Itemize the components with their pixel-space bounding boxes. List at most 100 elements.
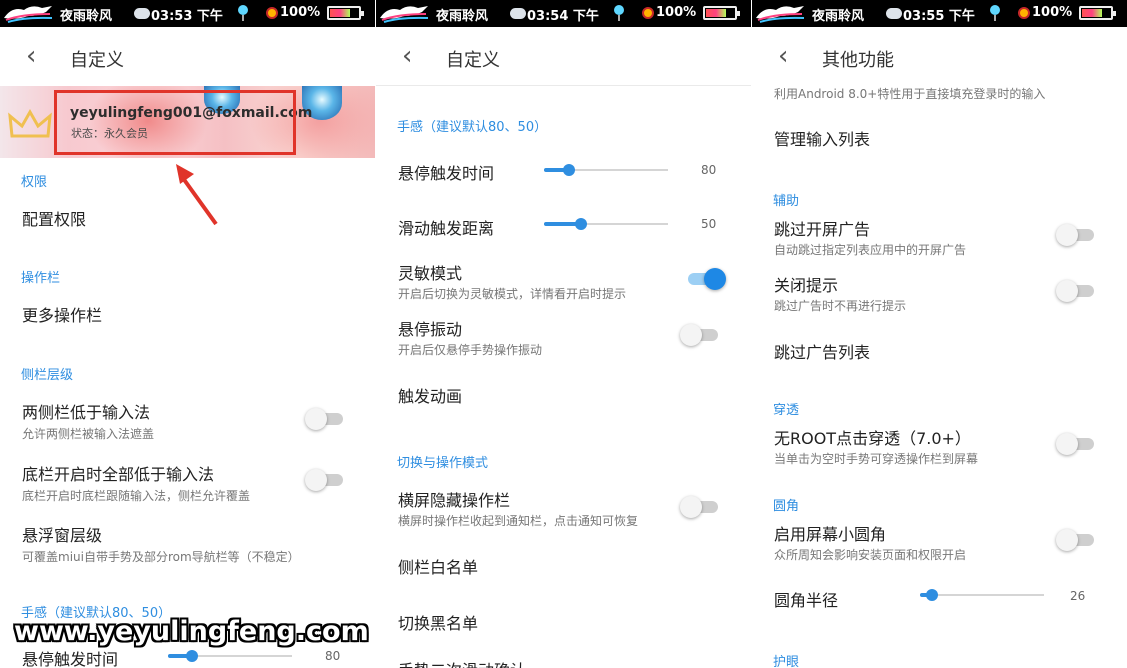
screen-corner-title[interactable]: 启用屏幕小圆角 (774, 521, 886, 545)
no-root-pierce-sub: 当单击为空时手势可穿透操作栏到屏幕 (774, 452, 979, 466)
autofill-sub: 利用Android 8.0+特性用于直接填充登录时的输入 (774, 87, 1046, 101)
more-toolbars-item[interactable]: 更多操作栏 (22, 302, 102, 326)
battery-icon (327, 6, 364, 20)
hover-trigger-title[interactable]: 悬停触发时间 (398, 160, 494, 184)
battery-percent: 100% (280, 5, 321, 20)
hover-trigger-title[interactable]: 悬停触发时间 (22, 646, 118, 668)
manage-input-list-item[interactable]: 管理输入列表 (774, 126, 870, 150)
status-app-name: 夜雨聆风 (812, 9, 865, 24)
battery-saver-icon (266, 7, 278, 19)
title-bar: ‹ 自定义 (376, 27, 751, 85)
title-divider (376, 85, 751, 86)
section-pierce: 穿透 (773, 403, 800, 418)
battery-icon (1079, 6, 1116, 20)
skip-ad-list-item[interactable]: 跳过广告列表 (774, 339, 870, 363)
pointer-arrow-icon (176, 164, 218, 226)
section-switch-mode: 切换与操作模式 (397, 456, 489, 471)
skip-splash-sub: 自动跳过指定列表应用中的开屏广告 (774, 243, 967, 257)
no-root-pierce-toggle[interactable] (1056, 433, 1094, 455)
close-tip-toggle[interactable] (1056, 280, 1094, 302)
close-tip-sub: 跳过广告时不再进行提示 (774, 299, 907, 313)
close-tip-title[interactable]: 关闭提示 (774, 272, 838, 296)
corner-radius-title[interactable]: 圆角半径 (774, 587, 838, 611)
app-logo-icon (380, 6, 429, 23)
screen-corner-sub: 众所周知会影响安装页面和权限开启 (774, 548, 967, 562)
status-bar: 夜雨聆风 03:53 下午 100% (0, 0, 375, 27)
page-title: 自定义 (70, 50, 124, 71)
skip-splash-title[interactable]: 跳过开屏广告 (774, 216, 870, 240)
status-time: 03:53 下午 (151, 9, 223, 24)
float-layer-sub: 可覆盖miui自带手势及部分rom导航栏等（不稳定） (22, 550, 300, 564)
sides-below-ime-title[interactable]: 两侧栏低于输入法 (22, 399, 150, 423)
status-app-name: 夜雨聆风 (60, 9, 113, 24)
landscape-hide-toggle[interactable] (680, 496, 718, 518)
weather-icon (134, 8, 150, 19)
corner-radius-value: 26 (1070, 589, 1086, 603)
hover-vibrate-sub: 开启后仅悬停手势操作振动 (398, 343, 543, 357)
sides-below-ime-toggle[interactable] (305, 408, 343, 430)
trigger-animation-item[interactable]: 触发动画 (398, 383, 462, 407)
hover-vibrate-title[interactable]: 悬停振动 (398, 316, 462, 340)
crown-icon (8, 108, 52, 138)
hover-trigger-value: 80 (701, 163, 717, 177)
hover-trigger-value: 80 (325, 649, 341, 663)
section-assist: 辅助 (773, 194, 800, 209)
status-app-name: 夜雨聆风 (436, 9, 489, 24)
app-logo-icon (756, 6, 805, 23)
status-time: 03:54 下午 (527, 9, 599, 24)
bottom-below-ime-title[interactable]: 底栏开启时全部低于输入法 (22, 461, 214, 485)
section-toolbar: 操作栏 (21, 271, 61, 286)
sensitive-mode-toggle[interactable] (688, 268, 726, 290)
section-permissions: 权限 (21, 175, 48, 190)
page-title: 其他功能 (822, 50, 894, 71)
location-icon (614, 5, 624, 21)
skip-splash-toggle[interactable] (1056, 224, 1094, 246)
sensitive-mode-title[interactable]: 灵敏模式 (398, 260, 462, 284)
section-layer: 侧栏层级 (21, 368, 74, 383)
float-layer-title[interactable]: 悬浮窗层级 (22, 522, 102, 546)
config-permissions-item[interactable]: 配置权限 (22, 206, 86, 230)
location-icon (238, 5, 248, 21)
panel-customize-1: 夜雨聆风 03:53 下午 100% ‹ 自定义 yeyulingfeng001… (0, 0, 375, 668)
panel-customize-2: 夜雨聆风 03:54 下午 100% ‹ 自定义 手感（建议默认80、50） 悬… (376, 0, 751, 668)
sides-below-ime-sub: 允许两侧栏被输入法遮盖 (22, 427, 155, 441)
back-arrow-icon[interactable]: ‹ (402, 41, 412, 71)
section-feel: 手感（建议默认80、50） (397, 120, 548, 135)
screen-corner-toggle[interactable] (1056, 529, 1094, 551)
weather-icon (510, 8, 526, 19)
weather-icon (886, 8, 902, 19)
second-slide-item[interactable]: 手势二次滑动确认 (398, 657, 526, 668)
no-root-pierce-title[interactable]: 无ROOT点击穿透（7.0+） (774, 425, 971, 449)
slide-distance-slider[interactable] (544, 218, 668, 230)
sensitive-mode-sub: 开启后切换为灵敏模式，详情看开启时提示 (398, 287, 627, 301)
location-icon (990, 5, 1000, 21)
section-eye: 护眼 (773, 655, 800, 668)
battery-percent: 100% (656, 5, 697, 20)
corner-radius-slider[interactable] (920, 589, 1044, 601)
hover-trigger-slider[interactable] (168, 650, 292, 662)
hover-trigger-slider[interactable] (544, 164, 668, 176)
landscape-hide-sub: 横屏时操作栏收起到通知栏，点击通知可恢复 (398, 514, 639, 528)
back-arrow-icon[interactable]: ‹ (26, 41, 36, 71)
battery-icon (703, 6, 740, 20)
site-watermark: www.yeyulingfeng.com (14, 616, 369, 647)
slide-distance-title[interactable]: 滑动触发距离 (398, 215, 494, 239)
hover-vibrate-toggle[interactable] (680, 324, 718, 346)
panel-other-functions: 利用Android 8.0+特性用于直接填充登录时的输入 夜雨聆风 03:55 … (752, 0, 1127, 668)
title-bar: ‹ 自定义 (0, 27, 375, 85)
battery-saver-icon (642, 7, 654, 19)
back-arrow-icon[interactable]: ‹ (778, 41, 788, 71)
landscape-hide-title[interactable]: 横屏隐藏操作栏 (398, 487, 510, 511)
section-corner: 圆角 (773, 499, 800, 514)
page-title: 自定义 (446, 50, 500, 71)
status-time: 03:55 下午 (903, 9, 975, 24)
status-bar: 夜雨聆风 03:54 下午 100% (376, 0, 751, 27)
whitelist-item[interactable]: 侧栏白名单 (398, 554, 478, 578)
battery-percent: 100% (1032, 5, 1073, 20)
app-logo-icon (4, 6, 53, 23)
blacklist-item[interactable]: 切换黑名单 (398, 610, 478, 634)
bottom-below-ime-sub: 底栏开启时底栏跟随输入法，侧栏允许覆盖 (22, 489, 251, 503)
battery-saver-icon (1018, 7, 1030, 19)
bottom-below-ime-toggle[interactable] (305, 469, 343, 491)
status-bar: 夜雨聆风 03:55 下午 100% (752, 0, 1127, 27)
